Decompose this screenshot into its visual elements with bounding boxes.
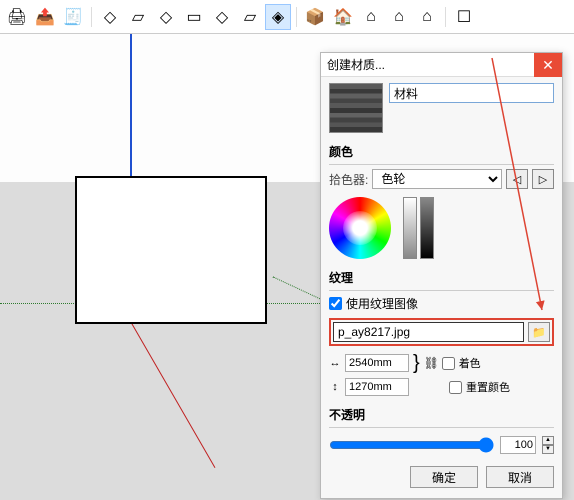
shape-6-icon[interactable]: ▱ [237,4,263,30]
reset-color-checkbox[interactable] [449,381,462,394]
house-4-icon[interactable]: ⌂ [386,4,412,30]
opacity-up-icon[interactable]: ▲ [542,436,554,445]
brace-icon: } [413,356,420,370]
dialog-titlebar[interactable]: 创建材质... ✕ [321,53,562,77]
color-section-label: 颜色 [329,143,554,160]
create-material-dialog: 创建材质... ✕ 颜色 拾色器: 色轮 ◁ ▷ 纹理 使 [320,52,563,499]
ok-button[interactable]: 确定 [410,466,478,488]
axis-z [130,34,132,182]
texture-width-input[interactable] [345,354,409,372]
opacity-slider[interactable] [329,437,494,453]
box-icon[interactable]: ☐ [451,4,477,30]
shape-4-icon[interactable]: ▭ [181,4,207,30]
house-2-icon[interactable]: 🏠 [330,4,356,30]
model-info-icon[interactable]: 🧾 [60,4,86,30]
dialog-title-text: 创建材质... [327,56,385,73]
house-5-icon[interactable]: ⌂ [414,4,440,30]
picker-label: 拾色器: [329,171,368,188]
picker-back-icon[interactable]: ◁ [506,169,528,189]
colorize-checkbox[interactable] [442,357,455,370]
shape-2-icon[interactable]: ▱ [125,4,151,30]
texture-file-annotation: 📁 [329,318,554,346]
house-3-icon[interactable]: ⌂ [358,4,384,30]
texture-height-input[interactable] [345,378,409,396]
texture-section-label: 纹理 [329,269,554,286]
shape-5-icon[interactable]: ◇ [209,4,235,30]
reset-color-label: 重置颜色 [466,379,510,395]
opacity-section-label: 不透明 [329,406,554,423]
export-icon[interactable]: 📤 [32,4,58,30]
opacity-input[interactable] [500,436,536,454]
value-bar-light[interactable] [403,197,417,259]
width-icon: ↔ [329,357,341,369]
picker-fwd-icon[interactable]: ▷ [532,169,554,189]
material-name-input[interactable] [389,83,554,103]
value-bar-dark[interactable] [420,197,434,259]
shape-7-icon[interactable]: ◈ [265,4,291,30]
colorize-label: 着色 [459,355,481,371]
shape-1-icon[interactable]: ◇ [97,4,123,30]
print-icon[interactable]: 🖨 [4,4,30,30]
use-texture-label: 使用纹理图像 [346,295,418,312]
height-icon: ↕ [329,381,341,393]
color-wheel[interactable] [329,197,391,259]
chain-lock-icon[interactable]: ⛓ [424,356,438,370]
color-picker-select[interactable]: 色轮 [372,169,502,189]
cancel-button[interactable]: 取消 [486,466,554,488]
close-icon[interactable]: ✕ [534,53,562,77]
drawn-face[interactable] [75,176,267,324]
use-texture-checkbox[interactable] [329,297,342,310]
main-toolbar: 🖨 📤 🧾 ◇ ▱ ◇ ▭ ◇ ▱ ◈ 📦 🏠 ⌂ ⌂ ⌂ ☐ [0,0,574,34]
texture-file-input[interactable] [333,322,524,342]
house-1-icon[interactable]: 📦 [302,4,328,30]
shape-3-icon[interactable]: ◇ [153,4,179,30]
material-preview [329,83,383,133]
opacity-down-icon[interactable]: ▼ [542,445,554,454]
browse-texture-icon[interactable]: 📁 [528,322,550,342]
